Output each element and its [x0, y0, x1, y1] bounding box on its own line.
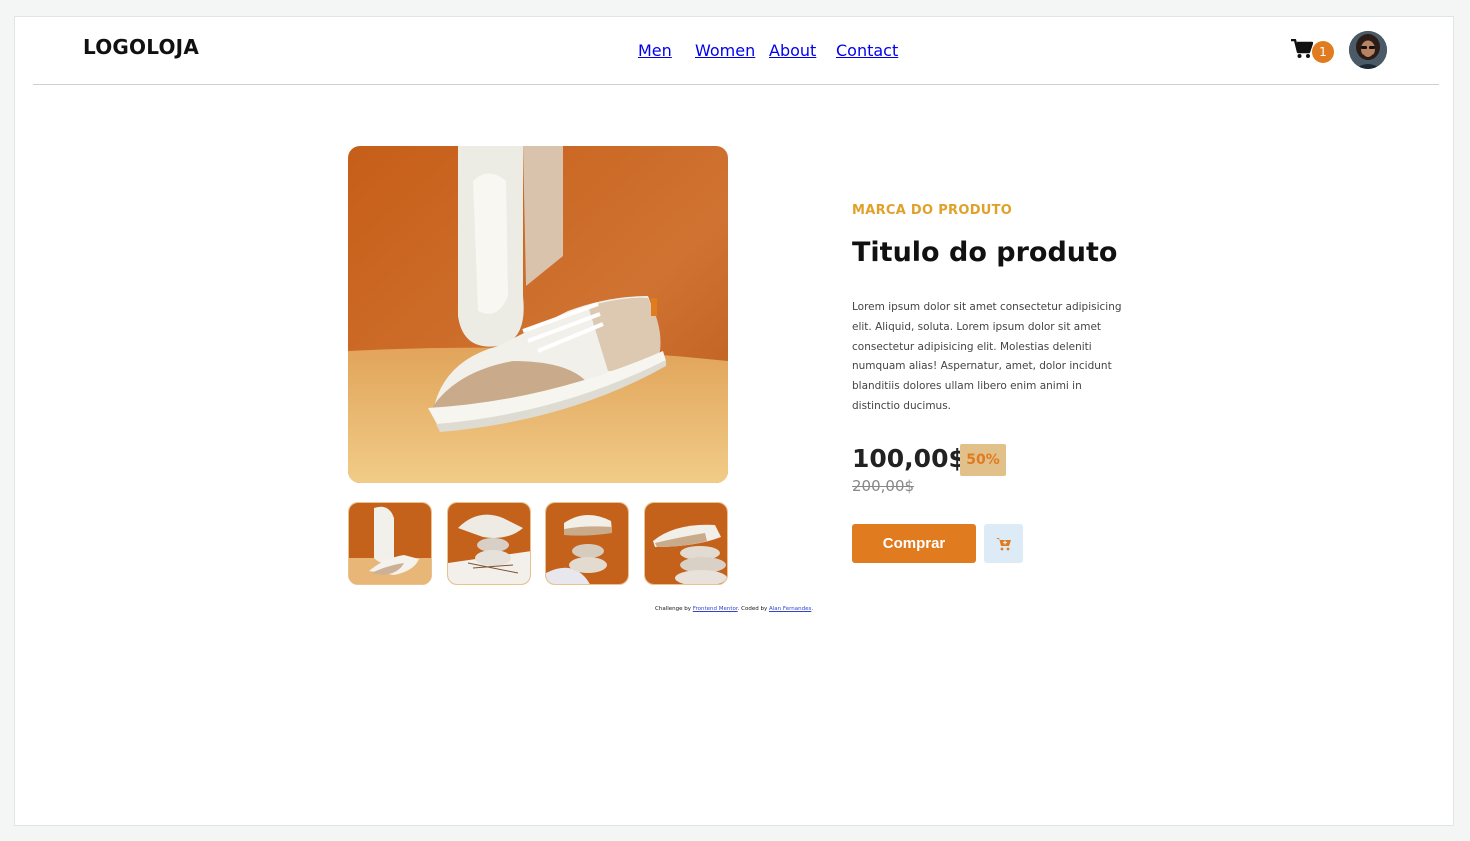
header: LOGOLOJA Men Women About Contact 1 — [33, 17, 1439, 85]
product-description: Lorem ipsum dolor sit amet consectetur a… — [852, 301, 1122, 412]
nav-women[interactable]: Women — [695, 41, 755, 60]
cart-count-badge: 1 — [1312, 41, 1334, 63]
attribution-link-frontend-mentor[interactable]: Frontend Mentor — [693, 606, 738, 612]
attribution: Challenge by Frontend Mentor. Coded by A… — [655, 606, 813, 612]
attribution-suffix: . — [811, 606, 814, 612]
product-price: 100,00$ — [852, 444, 966, 473]
avatar[interactable] — [1349, 31, 1387, 69]
original-price: 200,00$ — [852, 477, 915, 495]
thumbnail-3[interactable] — [545, 502, 629, 585]
thumbnail-strip — [348, 502, 728, 586]
product-brand: MARCA DO PRODUTO — [852, 203, 1013, 218]
product-main-image[interactable] — [348, 146, 728, 483]
attribution-link-author[interactable]: Alan Fernandes — [769, 606, 811, 612]
nav-contact[interactable]: Contact — [836, 41, 898, 60]
buy-button[interactable]: Comprar — [852, 524, 976, 563]
thumbnail-1[interactable] — [348, 502, 432, 585]
nav-about[interactable]: About — [769, 41, 816, 60]
add-to-cart-button[interactable] — [984, 524, 1023, 563]
attribution-middle: . Coded by — [737, 606, 769, 612]
attribution-prefix: Challenge by — [655, 606, 693, 612]
thumbnail-2[interactable] — [447, 502, 531, 585]
logo[interactable]: LOGOLOJA — [83, 35, 199, 59]
nav-men[interactable]: Men — [638, 41, 672, 60]
discount-badge: 50% — [960, 444, 1006, 476]
add-to-cart-icon — [984, 537, 1023, 551]
page-frame: LOGOLOJA Men Women About Contact 1 Chall… — [14, 16, 1454, 826]
thumbnail-4[interactable] — [644, 502, 728, 585]
product-title: Titulo do produto — [852, 237, 1118, 268]
